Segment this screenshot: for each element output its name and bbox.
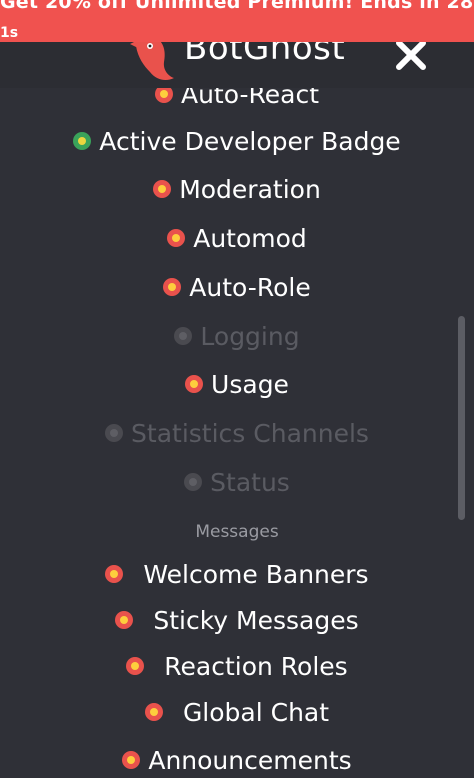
menu-item-active-developer-badge[interactable]: Active Developer Badge bbox=[0, 121, 474, 161]
usage-icon bbox=[185, 375, 204, 393]
announcements-icon bbox=[122, 751, 141, 769]
automod-icon bbox=[167, 229, 186, 247]
menu-item-global-chat[interactable]: Global Chat bbox=[0, 692, 474, 732]
menu-item-label: Announcements bbox=[148, 745, 352, 775]
menu-item-sticky-messages[interactable]: Sticky Messages bbox=[0, 600, 474, 640]
menu-item-automod[interactable]: Automod bbox=[0, 218, 474, 258]
statistics-icon bbox=[105, 424, 124, 442]
menu-item-label: Active Developer Badge bbox=[99, 126, 401, 156]
menu-item-label: Logging bbox=[200, 321, 300, 351]
promo-banner[interactable]: Get 20% off Unlimited Premium! Ends in 2… bbox=[0, 0, 474, 42]
menu-item-reaction-roles[interactable]: Reaction Roles bbox=[0, 646, 474, 686]
status-icon bbox=[184, 473, 203, 491]
section-label-messages: Messages bbox=[195, 522, 279, 542]
menu-item-label: Statistics Channels bbox=[131, 418, 369, 448]
menu-item-status: Status bbox=[0, 462, 474, 502]
nav-header: BotGhost bbox=[0, 28, 474, 88]
menu-item-welcome-banners[interactable]: Welcome Banners bbox=[0, 554, 474, 594]
menu-item-label: Moderation bbox=[179, 174, 321, 204]
global-chat-icon bbox=[144, 703, 163, 721]
sticky-messages-icon bbox=[115, 611, 134, 629]
logging-icon bbox=[174, 327, 193, 345]
feature-menu: Auto-React Active Developer Badge Modera… bbox=[0, 0, 474, 778]
promo-countdown-tail: 1s bbox=[0, 25, 19, 41]
menu-item-label: Sticky Messages bbox=[153, 605, 359, 635]
reaction-roles-icon bbox=[126, 657, 145, 675]
menu-item-label: Reaction Roles bbox=[164, 651, 348, 681]
badge-icon bbox=[73, 132, 92, 150]
menu-item-label: Status bbox=[210, 467, 290, 497]
menu-item-label: Auto-Role bbox=[189, 272, 311, 302]
menu-item-announcements[interactable]: Announcements bbox=[0, 740, 474, 778]
menu-item-label: Automod bbox=[193, 223, 307, 253]
menu-item-statistics-channels: Statistics Channels bbox=[0, 413, 474, 453]
menu-item-label: Usage bbox=[211, 369, 289, 399]
menu-item-label: Welcome Banners bbox=[143, 559, 369, 589]
menu-item-usage[interactable]: Usage bbox=[0, 364, 474, 404]
menu-item-auto-role[interactable]: Auto-Role bbox=[0, 267, 474, 307]
menu-item-label: Global Chat bbox=[182, 697, 330, 727]
menu-item-moderation[interactable]: Moderation bbox=[0, 169, 474, 209]
promo-text: Get 20% off Unlimited Premium! Ends in 2… bbox=[0, 0, 474, 13]
auto-role-icon bbox=[163, 278, 182, 296]
welcome-banners-icon bbox=[105, 565, 124, 583]
moderation-icon bbox=[153, 180, 172, 198]
mobile-nav-page: Auto-React Active Developer Badge Modera… bbox=[0, 0, 474, 778]
menu-item-logging: Logging bbox=[0, 316, 474, 356]
